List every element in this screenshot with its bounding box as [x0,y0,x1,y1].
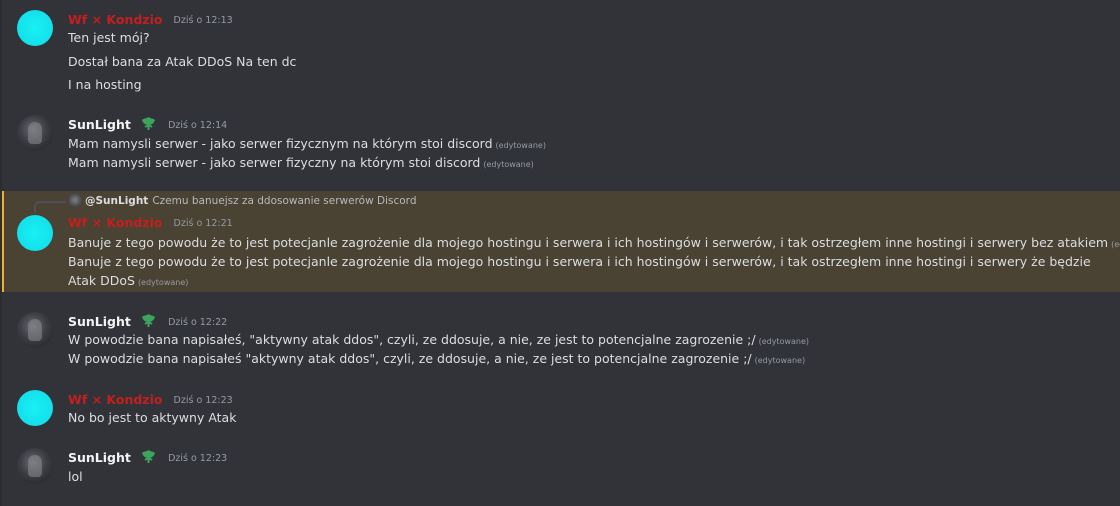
message-text: Banuje z tego powodu że to jest potecjan… [68,233,1120,254]
avatar[interactable] [17,312,53,348]
timestamp: Dziś o 12:22 [168,317,228,328]
timestamp: Dziś o 12:13 [173,15,233,26]
message-text: Mam namysli serwer - jako serwer fizyczn… [68,136,546,151]
author-name[interactable]: SunLight [68,117,131,132]
timestamp: Dziś o 12:23 [173,395,233,406]
author-name[interactable]: Wf × Kondzio [68,12,162,27]
reply-preview[interactable]: @SunLight Czemu banuejsz za ddosowanie se… [34,193,416,213]
edited-label: (edytowane) [137,278,189,287]
author-name[interactable]: Wf × Kondzio [68,392,162,407]
chat-messages: Wf × Kondzio Dziś o 12:13 Ten jest mój? … [0,0,1120,506]
message-text: Dostał bana za Atak DDoS Na ten dc [68,54,297,69]
avatar[interactable] [17,448,53,484]
message-text: Mam namysli serwer - jako serwer fizyczn… [68,155,534,170]
leaf-badge-icon[interactable] [140,448,157,465]
reply-text[interactable]: Czemu banuejsz za ddosowanie serwerów Di… [152,195,416,207]
author-name[interactable]: SunLight [68,450,131,465]
avatar[interactable] [17,115,53,151]
edited-label: (edytowane) [758,337,810,346]
message-text: W powodzie bana napisałeś "aktywny atak … [68,351,806,366]
message-text: Ten jest mój? [68,30,150,45]
reply-spine [34,201,66,213]
message-text: Banuje z tego powodu że to jest potecjan… [68,254,1091,288]
timestamp: Dziś o 12:23 [168,453,228,464]
message-text: No bo jest to aktywny Atak [68,410,237,425]
timestamp: Dziś o 12:21 [173,218,233,229]
avatar[interactable] [17,10,53,46]
leaf-badge-icon[interactable] [140,115,157,132]
author-name[interactable]: SunLight [68,314,131,329]
edited-label: (edytowane) [495,141,546,150]
message-text: I na hosting [68,77,142,92]
edited-label: (edytowane) [754,356,806,365]
leaf-badge-icon[interactable] [140,312,157,329]
reply-avatar [68,193,82,207]
avatar[interactable] [17,390,53,426]
message-text: W powodzie bana napisałeś, "aktywny atak… [68,332,810,347]
message-text: lol [68,469,83,484]
reply-author[interactable]: @SunLight [85,195,148,207]
edited-label: (edytowane) [483,160,534,169]
timestamp: Dziś o 12:14 [168,120,228,131]
edited-label: (edytowane) [1111,240,1120,249]
avatar[interactable] [17,215,53,251]
author-name[interactable]: Wf × Kondzio [68,215,162,230]
